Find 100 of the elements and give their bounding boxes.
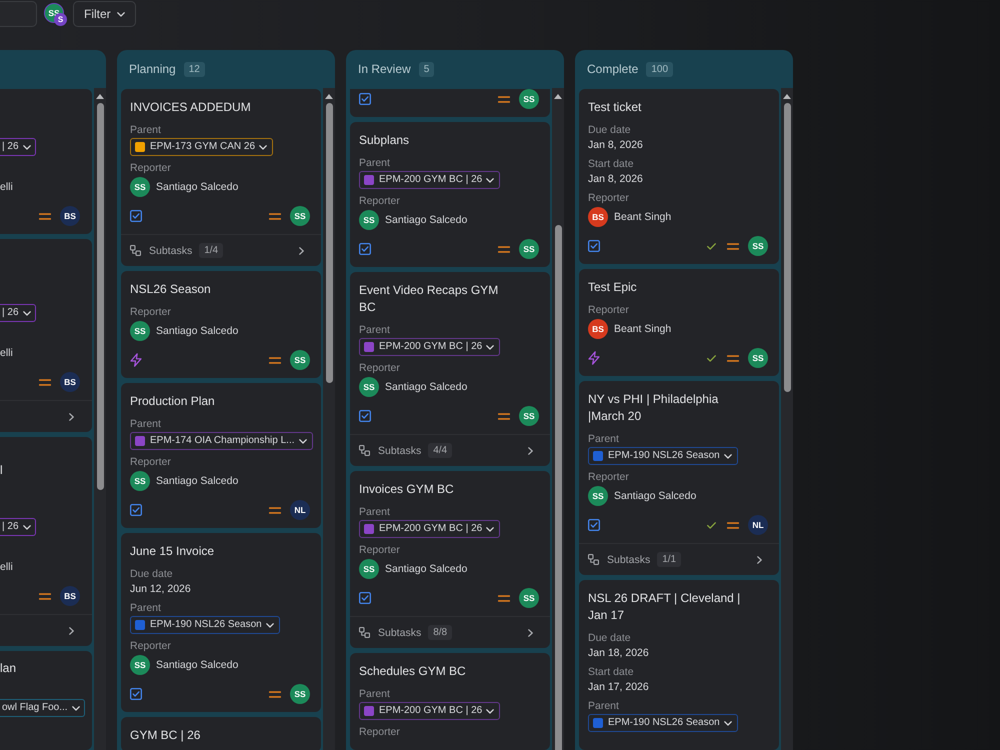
equals-icon [498, 412, 510, 420]
scrollbar[interactable] [552, 88, 564, 750]
reporter-name: Santiago Salcedo [156, 474, 238, 488]
parent-dropdown[interactable]: | 26 [0, 304, 36, 322]
user-avatar: SS [290, 684, 310, 704]
equals-icon [269, 506, 281, 514]
checked-box-icon [359, 93, 371, 105]
task-card[interactable]: Subplans Parent EPM-200 GYM BC | 26 Reporter SS Santiago Salcedo SS [350, 122, 550, 267]
field-label: Due date [588, 631, 632, 645]
card-title: Test Epic [588, 279, 638, 296]
scrollbar[interactable] [323, 88, 335, 750]
field-label: Parent [359, 505, 391, 519]
scroll-up-arrow-icon[interactable] [554, 94, 562, 99]
subtasks-label: Subtasks [378, 626, 422, 640]
parent-dropdown[interactable]: EPM-200 GYM BC | 26 [359, 702, 500, 720]
field-label: Due date [130, 567, 174, 581]
equals-icon [39, 212, 51, 220]
field-label: Parent [130, 601, 162, 615]
chevron-right-icon[interactable] [69, 626, 74, 634]
task-card[interactable]: Invoices GYM BC Parent EPM-200 GYM BC | 26 Reporter SS Santiago Salcedo SS Subtasks 8/8 [350, 471, 550, 648]
chevron-right-icon[interactable] [757, 556, 762, 564]
scroll-up-arrow-icon[interactable] [783, 94, 791, 99]
chevron-down-icon [486, 178, 494, 182]
reporter-name: Santiago Salcedo [156, 324, 238, 338]
scrollbar[interactable] [94, 88, 106, 750]
equals-icon [727, 354, 739, 362]
scrollbar-thumb[interactable] [96, 103, 104, 490]
equals-icon [727, 242, 739, 250]
scrollbar-thumb[interactable] [554, 225, 562, 750]
parent-dropdown[interactable]: EPM-190 NSL26 Season [588, 447, 738, 465]
reporter-name: elli [0, 346, 14, 361]
task-card[interactable]: NSL26 Season Reporter SS Santiago Salcedo SS [121, 271, 321, 378]
subtasks-label: Subtasks [607, 552, 650, 566]
task-card[interactable]: INVOICES ADDEDUM Parent EPM-173 GYM CAN 26 Reporter SS Santiago Salcedo SS Subtasks 1/4 [121, 89, 321, 266]
task-card[interactable]: NSL 26 DRAFT | Cleveland | Jan 17 Due date Jan 18, 2026 Start date Jan 17, 2026 Parent EPM-190 NSL26 Season [579, 580, 779, 750]
chevron-right-icon[interactable] [528, 628, 533, 636]
task-card[interactable]: Schedules GYM BC Parent EPM-200 GYM BC | 26 Reporter [350, 653, 550, 750]
linked-squares-icon [588, 554, 599, 565]
chevron-right-icon[interactable] [69, 412, 74, 420]
parent-dropdown[interactable]: EPM-174 OIA Championship L... [130, 432, 313, 450]
task-card[interactable]: June 15 Invoice Due date Jun 12, 2026 Parent EPM-190 NSL26 Season Reporter SS Santiago Salcedo SS [121, 533, 321, 712]
task-card[interactable]: l | 26 elli BS [0, 437, 92, 646]
filter-button[interactable]: Filter [73, 1, 136, 27]
reporter-name: elli [0, 180, 14, 195]
search-field[interactable] [0, 1, 37, 27]
equals-icon [269, 356, 281, 364]
task-card[interactable]: Test Epic Reporter BS Beant Singh SS [579, 269, 779, 376]
chevron-down-icon [486, 526, 494, 532]
field-label: Reporter [588, 191, 630, 205]
user-avatar: SS [290, 350, 310, 370]
parent-dropdown[interactable]: EPM-190 NSL26 Season [588, 714, 738, 732]
task-card[interactable]: | 26 elli BS [0, 89, 92, 234]
chevron-right-icon[interactable] [299, 246, 304, 254]
parent-dropdown[interactable]: EPM-200 GYM BC | 26 [359, 338, 500, 356]
date-value: Jan 8, 2026 [588, 172, 644, 186]
parent-dropdown[interactable]: EPM-200 GYM BC | 26 [359, 520, 500, 538]
parent-dropdown[interactable]: EPM-200 GYM BC | 26 [359, 171, 500, 189]
task-card[interactable]: NY vs PHI | Philadelphia |March 20 Parent EPM-190 NSL26 Season Reporter SS Santiago Salcedo NL Subtasks 1/1 [579, 381, 779, 575]
task-card[interactable]: Production Plan Parent EPM-174 OIA Championship L... Reporter SS Santiago Salcedo NL [121, 383, 321, 528]
equals-icon [498, 594, 510, 602]
chevron-down-icon [22, 524, 30, 530]
task-card[interactable]: lan owl Flag Foo... [0, 651, 92, 750]
scrollbar-thumb[interactable] [784, 103, 790, 392]
parent-dropdown[interactable]: EPM-173 GYM CAN 26 [130, 138, 274, 156]
user-avatar: NL [290, 500, 310, 520]
user-avatar: SS [519, 239, 539, 259]
card-title: GYM BC | 26 [130, 727, 202, 744]
task-card[interactable]: Event Video Recaps GYM BC Parent EPM-200 GYM BC | 26 Reporter SS Santiago Salcedo SS Subtasks 4/4 [350, 272, 550, 466]
lightning-icon [588, 351, 600, 365]
task-card[interactable]: Test ticket Due date Jan 8, 2026 Start date Jan 8, 2026 Reporter BS Beant Singh SS [579, 89, 779, 264]
checked-box-icon [359, 592, 371, 604]
parent-dropdown[interactable]: | 26 [0, 518, 36, 536]
chevron-right-icon[interactable] [528, 446, 533, 454]
field-label: Reporter [359, 725, 401, 739]
parent-dropdown[interactable]: EPM-190 NSL26 Season [130, 616, 280, 634]
card-title: NSL26 Season [130, 281, 212, 298]
subtask-count: 1/4 [199, 243, 224, 258]
scrollbar-thumb[interactable] [326, 103, 332, 383]
field-label: Parent [359, 156, 391, 170]
scroll-up-arrow-icon[interactable] [325, 94, 333, 99]
task-card[interactable]: | 26 elli BS [0, 239, 92, 432]
user-avatar: SS [748, 236, 768, 256]
user-avatar: BS [60, 372, 80, 392]
checked-box-icon [359, 243, 371, 255]
equals-icon [39, 378, 51, 386]
checked-box-icon [359, 410, 371, 422]
scroll-up-arrow-icon[interactable] [96, 94, 104, 99]
user-avatar: SS [359, 210, 379, 230]
chevron-down-icon [486, 344, 494, 350]
chevron-down-icon [266, 622, 274, 628]
reporter-name: Beant Singh [614, 322, 672, 336]
parent-dropdown[interactable]: owl Flag Foo... [0, 699, 85, 717]
task-card[interactable]: GYM BC | 26 [121, 717, 321, 750]
scrollbar[interactable] [781, 88, 793, 750]
task-card[interactable]: SS [350, 89, 550, 117]
user-avatar: SS [130, 321, 150, 341]
parent-dropdown[interactable]: | 26 [0, 138, 36, 156]
field-label: Parent [359, 687, 391, 701]
date-value: Jan 8, 2026 [588, 138, 644, 152]
date-value: Jun 12, 2026 [130, 582, 192, 596]
